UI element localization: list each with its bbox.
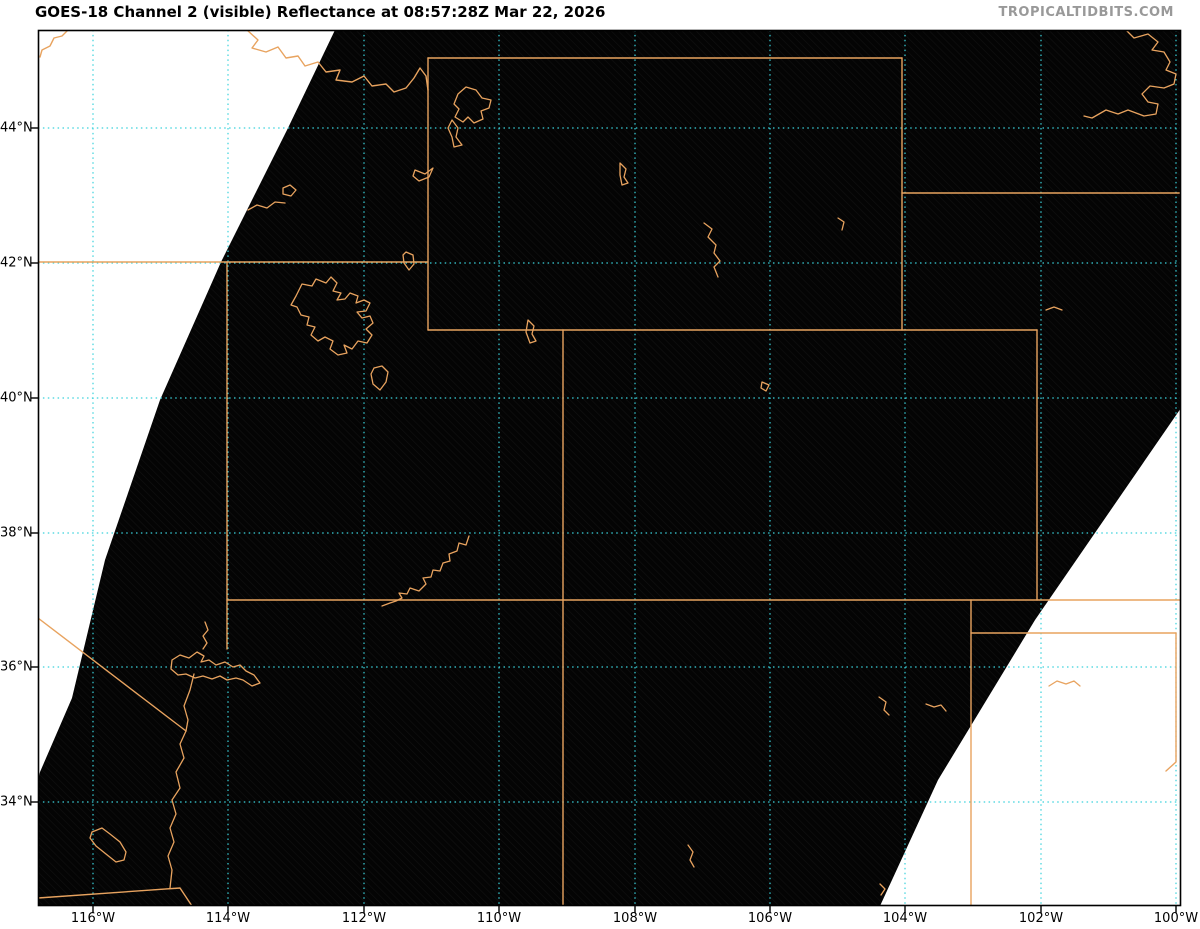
satellite-map-page: GOES-18 Channel 2 (visible) Reflectance … <box>0 0 1200 929</box>
y-tick-label: 40°N <box>0 390 33 406</box>
x-tick-label: 114°W <box>205 911 251 926</box>
satellite-map-canvas <box>31 29 1182 913</box>
lake-meredith <box>1048 680 1081 687</box>
y-tick-label: 44°N <box>0 120 33 136</box>
x-tick-label: 116°W <box>70 911 116 926</box>
y-tick-label: 36°N <box>0 659 33 675</box>
border-oregon-idaho-snake <box>39 30 69 58</box>
x-tick-label: 102°W <box>1018 911 1064 926</box>
x-tick-label: 106°W <box>747 911 793 926</box>
swath-scanline-texture <box>38 30 1181 906</box>
border-texas-100W <box>1165 632 1177 772</box>
x-tick-label: 104°W <box>882 911 928 926</box>
y-tick-label: 42°N <box>0 255 33 271</box>
y-tick-label: 38°N <box>0 525 33 541</box>
x-tick-label: 112°W <box>341 911 387 926</box>
x-tick-label: 108°W <box>612 911 658 926</box>
x-tick-label: 100°W <box>1153 911 1199 926</box>
y-tick-label: 34°N <box>0 794 33 810</box>
x-tick-label: 110°W <box>476 911 522 926</box>
